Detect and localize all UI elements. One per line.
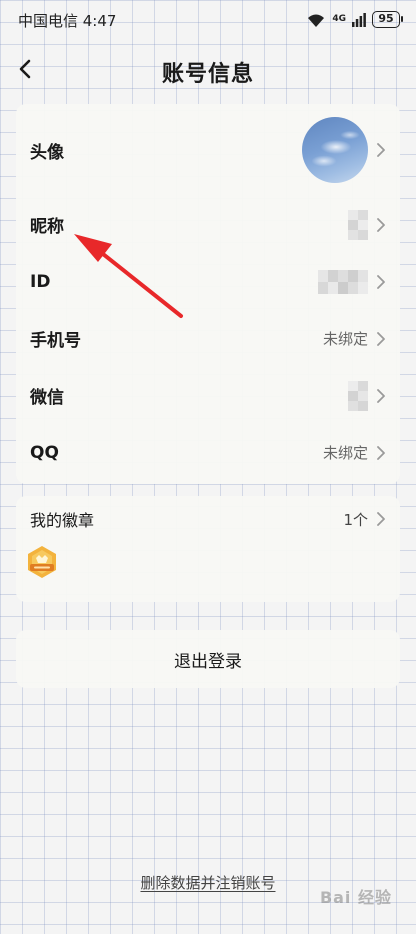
carrier-time: 中国电信 4:47	[18, 12, 117, 30]
qq-label: QQ	[30, 442, 59, 463]
chevron-right-icon	[377, 445, 385, 460]
network-type: 4G	[332, 14, 346, 24]
avatar-row[interactable]: 头像	[16, 104, 400, 196]
chevron-right-icon	[377, 512, 385, 526]
cell-signal: 4G	[332, 15, 346, 24]
chevron-right-icon	[377, 331, 385, 346]
delete-account-label: 删除数据并注销账号	[140, 874, 276, 892]
wifi-icon	[308, 14, 325, 27]
status-icons: 4G 95	[306, 11, 403, 28]
qq-value: 未绑定	[322, 444, 368, 462]
chevron-right-icon	[377, 388, 385, 403]
badge-medal-icon[interactable]	[24, 544, 60, 580]
badges-card: 我的徽章 1个	[16, 496, 400, 602]
logout-label: 退出登录	[174, 651, 242, 672]
avatar	[302, 117, 368, 183]
nickname-label: 昵称	[30, 217, 64, 237]
battery-icon: 95	[372, 11, 403, 28]
wechat-row[interactable]: 微信	[16, 367, 400, 424]
chevron-right-icon	[377, 274, 385, 289]
blurred-wechat	[348, 380, 368, 411]
status-bar: 中国电信 4:47 4G 95	[0, 0, 416, 40]
header: 账号信息	[0, 46, 416, 92]
badges-title: 我的徽章	[30, 511, 95, 530]
cell-signal-icon	[352, 12, 366, 27]
blurred-id	[318, 269, 368, 294]
badges-row[interactable]: 我的徽章 1个	[16, 496, 400, 542]
page-title: 账号信息	[161, 62, 254, 87]
chevron-right-icon	[377, 217, 385, 232]
id-row[interactable]: ID	[16, 253, 400, 310]
watermark: Bai 经验	[319, 888, 392, 907]
wechat-label: 微信	[30, 388, 64, 408]
nickname-row[interactable]: 昵称	[16, 196, 400, 253]
phone-row[interactable]: 手机号 未绑定	[16, 310, 400, 367]
badges-count: 1个	[343, 510, 368, 529]
blurred-nickname	[348, 209, 368, 240]
logout-button[interactable]: 退出登录	[16, 630, 400, 688]
phone-value: 未绑定	[322, 330, 368, 348]
avatar-label: 头像	[30, 142, 64, 163]
chevron-right-icon	[377, 143, 385, 157]
qq-row[interactable]: QQ 未绑定	[16, 424, 400, 481]
id-label: ID	[30, 271, 51, 292]
profile-info-card: 头像 昵称 ID 手机号 未绑定 微信 QQ 未绑定	[16, 104, 400, 484]
phone-label: 手机号	[30, 331, 81, 351]
